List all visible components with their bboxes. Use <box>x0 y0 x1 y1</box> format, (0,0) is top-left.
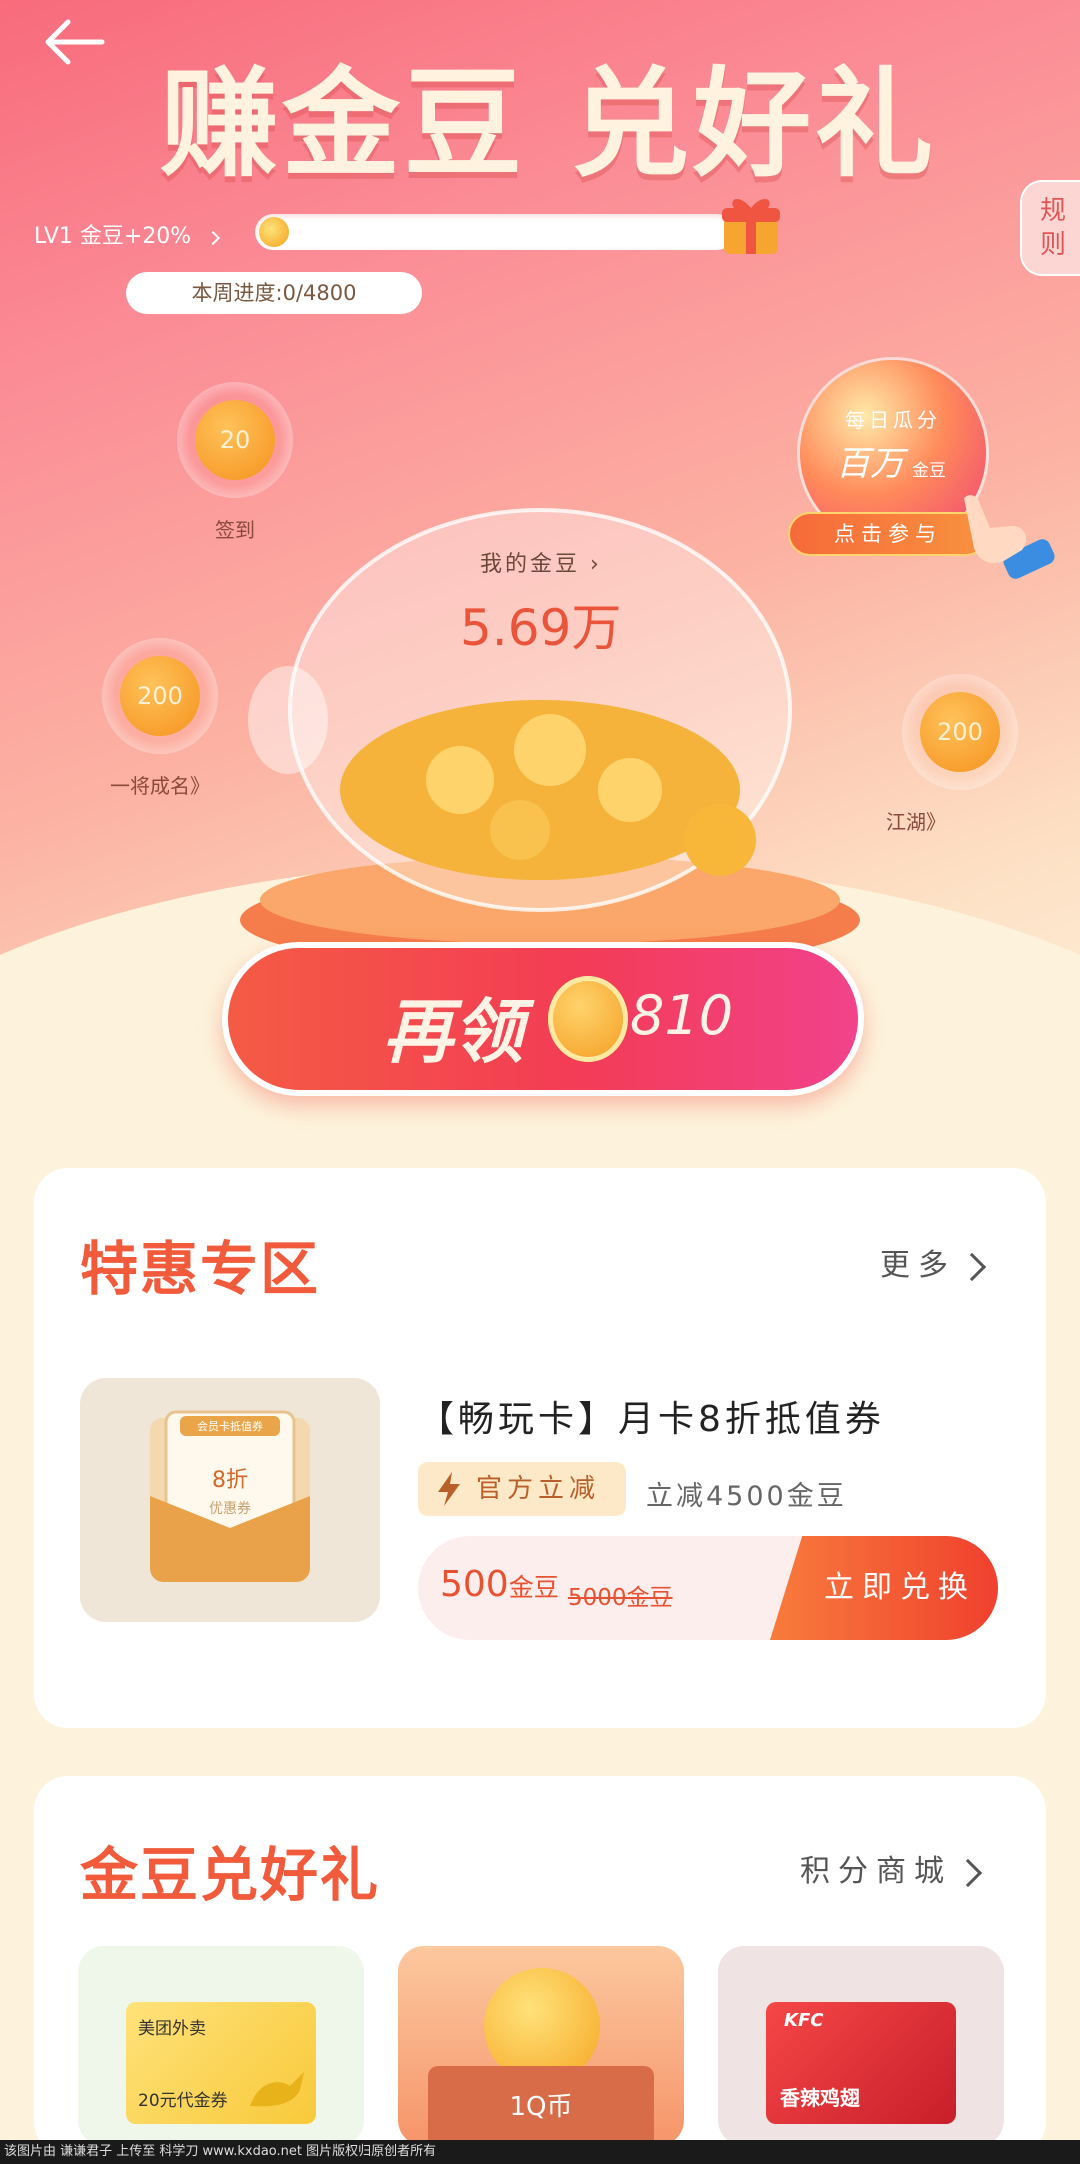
week-progress-bar <box>255 214 735 250</box>
gift-brand: KFC <box>784 2010 824 2031</box>
my-beans-value: 5.69万 <box>460 599 622 657</box>
claim-again-button[interactable]: 再领 810 <box>222 942 864 1096</box>
points-mall-label: 积分商城 <box>800 1854 952 1889</box>
week-progress-label: 本周进度:0/4800 <box>126 272 422 314</box>
game-bubble-2[interactable]: 200 <box>902 674 1018 790</box>
bean-gifts-title: 金豆兑好礼 <box>80 1841 381 1909</box>
price-unit: 金豆 <box>508 1573 559 1602</box>
bubble-coin: 200 <box>120 656 200 736</box>
more-link[interactable]: 更多 <box>880 1240 987 1284</box>
page-headline: 赚金豆 兑好礼 <box>160 55 938 193</box>
product-title[interactable]: 【畅玩卡】月卡8折抵值券 <box>418 1390 885 1442</box>
level-label: LV1 金豆+20% <box>34 224 192 249</box>
badge-label: 官方立减 <box>476 1474 601 1504</box>
pointing-hand-icon <box>964 495 1055 579</box>
thumb-discount: 8折 <box>212 1468 248 1493</box>
gift-item-meituan[interactable]: 美团外卖 20元代金券 <box>78 1946 364 2146</box>
special-zone-card: 特惠专区 更多 会员卡抵值券 8折 优惠券 【畅玩卡】月卡8折抵值券 官方立减 … <box>34 1168 1046 1728</box>
product-thumbnail[interactable]: 会员卡抵值券 8折 优惠券 <box>80 1378 380 1622</box>
promo-line1: 每日瓜分 <box>845 408 941 432</box>
price-bar: 500金豆 5000金豆 立即兑换 <box>418 1536 998 1640</box>
chevron-right-icon <box>957 1252 987 1281</box>
price-now: 500金豆 <box>440 1564 559 1605</box>
gift-brand: 美团外卖 <box>138 2019 206 2039</box>
game-bubble-1[interactable]: 200 <box>102 638 218 754</box>
discount-description: 立减4500金豆 <box>646 1481 847 1512</box>
bean-gifts-card: 金豆兑好礼 积分商城 美团外卖 20元代金券 1Q币 KFC 香辣鸡翅 <box>34 1776 1046 2156</box>
special-zone-title: 特惠专区 <box>80 1235 321 1303</box>
gift-item-qcoin[interactable]: 1Q币 <box>398 1946 684 2146</box>
claim-label: 再领 <box>383 991 523 1073</box>
thumb-text: 优惠券 <box>209 1501 251 1517</box>
bubble-coin: 200 <box>920 692 1000 772</box>
kangaroo-icon <box>250 2072 304 2107</box>
gift-item-kfc[interactable]: KFC 香辣鸡翅 <box>718 1946 1004 2146</box>
bean-coin-icon <box>548 976 628 1062</box>
chevron-right-icon: › <box>590 552 602 577</box>
gift-text: 20元代金券 <box>138 2091 228 2111</box>
chevron-right-icon <box>206 230 221 246</box>
points-mall-link[interactable]: 积分商城 <box>800 1846 983 1890</box>
my-beans-link[interactable]: 我的金豆 › <box>480 546 602 578</box>
gift-icon[interactable] <box>720 192 782 256</box>
rules-button[interactable]: 规则 <box>1020 180 1080 276</box>
my-beans-label: 我的金豆 <box>480 552 581 577</box>
claim-amount: 810 <box>630 984 734 1047</box>
piggy-bank-icon[interactable] <box>220 450 880 970</box>
more-label: 更多 <box>880 1248 956 1283</box>
chevron-right-icon <box>953 1858 983 1887</box>
footer-watermark: 该图片由 谦谦君子 上传至 科学刀 www.kxdao.net 图片版权归原创者… <box>0 2140 1080 2164</box>
progress-knob <box>259 217 289 247</box>
price-value: 500 <box>440 1564 509 1605</box>
level-link[interactable]: LV1 金豆+20% <box>34 218 221 250</box>
lightning-icon <box>438 1472 460 1506</box>
gift-text: 香辣鸡翅 <box>780 2086 860 2110</box>
promo-line3: 金豆 <box>912 461 946 481</box>
gift-text: 1Q币 <box>509 2092 573 2122</box>
back-arrow-icon[interactable] <box>40 12 110 72</box>
exchange-now-button[interactable]: 立即兑换 <box>770 1536 998 1640</box>
original-price: 5000金豆 <box>568 1585 673 1611</box>
official-discount-badge: 官方立减 <box>418 1462 626 1516</box>
thumb-tag: 会员卡抵值券 <box>197 1420 263 1433</box>
